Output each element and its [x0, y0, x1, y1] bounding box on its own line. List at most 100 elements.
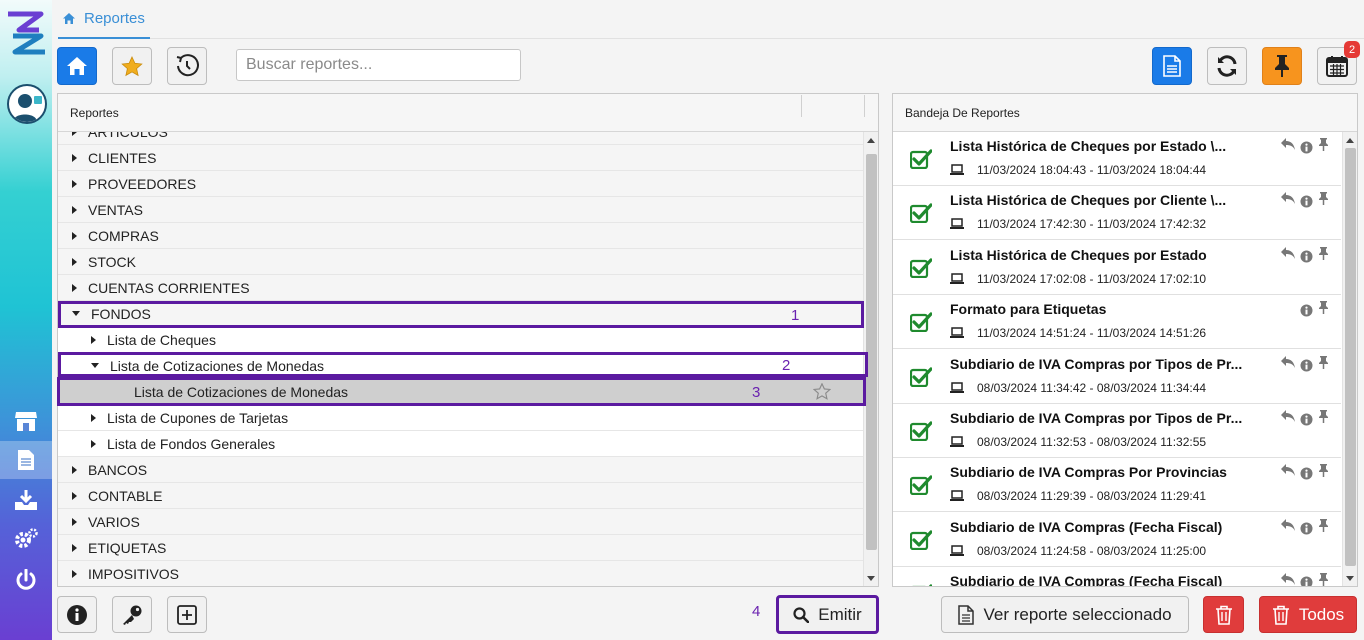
caret-right-icon[interactable] — [72, 231, 77, 240]
tree-row[interactable]: BANCOS — [58, 457, 864, 483]
info-icon[interactable] — [1300, 141, 1313, 154]
column-divider[interactable] — [864, 95, 865, 117]
tree-row[interactable]: CLIENTES — [58, 145, 864, 171]
report-title[interactable]: Lista Histórica de Cheques por Cliente \… — [950, 192, 1226, 208]
caret-right-icon[interactable] — [72, 465, 77, 474]
tree-row[interactable]: Lista de Fondos Generales — [58, 431, 864, 457]
info-icon[interactable] — [1300, 522, 1313, 535]
tray-scrollbar[interactable] — [1342, 132, 1357, 586]
tree-row[interactable]: PROVEEDORES — [58, 171, 864, 197]
report-tray-item[interactable]: Lista Histórica de Cheques por Estado 11/… — [893, 240, 1341, 295]
reply-icon[interactable] — [1280, 191, 1295, 205]
favorite-star-icon[interactable] — [813, 383, 831, 400]
caret-right-icon[interactable] — [72, 205, 77, 214]
caret-right-icon[interactable] — [72, 153, 77, 162]
history-button[interactable] — [167, 47, 207, 85]
pin-icon[interactable] — [1318, 137, 1329, 151]
tree-row[interactable]: VARIOS — [58, 509, 864, 535]
reply-icon[interactable] — [1280, 355, 1295, 368]
caret-right-icon[interactable] — [72, 132, 77, 136]
report-title[interactable]: Lista Histórica de Cheques por Estado — [950, 247, 1207, 263]
pin-icon[interactable] — [1318, 518, 1329, 532]
pin-icon[interactable] — [1318, 355, 1329, 369]
pin-icon[interactable] — [1318, 463, 1329, 478]
caret-right-icon[interactable] — [72, 283, 77, 292]
reply-icon[interactable] — [1280, 409, 1295, 422]
caret-right-icon[interactable] — [91, 439, 96, 448]
report-tray-item[interactable]: Lista Histórica de Cheques por Cliente \… — [893, 186, 1341, 241]
pin-icon[interactable] — [1318, 409, 1329, 423]
caret-right-icon[interactable] — [72, 569, 77, 578]
refresh-button[interactable] — [1207, 47, 1247, 85]
column-divider[interactable] — [801, 95, 802, 117]
report-tray-item[interactable]: Lista Histórica de Cheques por Estado \.… — [893, 132, 1341, 186]
view-selected-report-button[interactable]: Ver reporte seleccionado — [941, 596, 1189, 633]
reply-icon[interactable] — [1280, 463, 1295, 477]
caret-down-icon[interactable] — [72, 311, 80, 316]
scroll-down-arrow[interactable] — [1346, 576, 1354, 581]
delete-button[interactable] — [1203, 596, 1244, 633]
rail-download[interactable] — [0, 481, 52, 519]
pin-icon[interactable] — [1318, 572, 1329, 586]
report-title[interactable]: Subdiario de IVA Compras (Fecha Fiscal) — [950, 519, 1222, 535]
caret-right-icon[interactable] — [72, 543, 77, 552]
permissions-button[interactable] — [112, 596, 152, 633]
rail-reports[interactable] — [0, 441, 52, 479]
user-avatar[interactable] — [7, 84, 47, 124]
pin-icon[interactable] — [1318, 300, 1329, 315]
tree-row[interactable]: Lista de Cotizaciones de Monedas — [58, 379, 864, 405]
tree-row[interactable]: FONDOS — [58, 301, 864, 327]
rail-settings[interactable] — [0, 520, 52, 558]
tree-row[interactable]: CUENTAS CORRIENTES — [58, 275, 864, 301]
reply-icon[interactable] — [1280, 518, 1295, 531]
tab-reportes[interactable]: Reportes — [58, 0, 150, 39]
calendar-button[interactable]: 2 — [1317, 41, 1360, 85]
report-title[interactable]: Formato para Etiquetas — [950, 301, 1106, 317]
delete-all-button[interactable]: Todos — [1259, 596, 1357, 633]
report-tray-item[interactable]: Subdiario de IVA Compras (Fecha Fiscal) 0… — [893, 512, 1341, 567]
info-icon[interactable] — [1300, 576, 1313, 587]
add-button[interactable] — [167, 596, 207, 633]
report-title[interactable]: Subdiario de IVA Compras por Tipos de Pr… — [950, 356, 1242, 372]
scroll-down-arrow[interactable] — [867, 576, 875, 581]
tree-row[interactable]: Lista de Cupones de Tarjetas — [58, 405, 864, 431]
report-tray-item[interactable]: Subdiario de IVA Compras por Tipos de Pr… — [893, 349, 1341, 404]
tree-row[interactable]: CONTABLE — [58, 483, 864, 509]
pin-icon[interactable] — [1318, 191, 1329, 206]
tree-row[interactable]: COMPRAS — [58, 223, 864, 249]
caret-right-icon[interactable] — [72, 179, 77, 188]
scroll-thumb[interactable] — [1345, 148, 1356, 566]
caret-right-icon[interactable] — [91, 413, 96, 422]
report-title[interactable]: Subdiario de IVA Compras (Fecha Fiscal) — [950, 573, 1222, 586]
report-tray-item[interactable]: Formato para Etiquetas 11/03/2024 14:51:2… — [893, 295, 1341, 350]
tree-row[interactable]: IMPOSITIVOS — [58, 561, 864, 586]
tree-row[interactable]: ETIQUETAS — [58, 535, 864, 561]
report-title[interactable]: Lista Histórica de Cheques por Estado \.… — [950, 138, 1226, 154]
rail-store[interactable] — [0, 402, 52, 440]
reply-icon[interactable] — [1280, 137, 1295, 150]
info-icon[interactable] — [1300, 467, 1313, 480]
report-tray-item[interactable]: Subdiario de IVA Compras por Tipos de Pr… — [893, 404, 1341, 458]
pin-button[interactable] — [1262, 47, 1302, 85]
info-icon[interactable] — [1300, 250, 1313, 263]
caret-right-icon[interactable] — [91, 335, 96, 344]
info-icon[interactable] — [1300, 304, 1313, 317]
emit-button[interactable]: Emitir — [776, 595, 879, 634]
rail-logout[interactable] — [0, 561, 52, 599]
report-document-button[interactable] — [1152, 47, 1192, 85]
scroll-thumb[interactable] — [866, 154, 877, 550]
info-icon[interactable] — [1300, 195, 1313, 208]
info-button[interactable] — [57, 596, 97, 633]
report-tray-item[interactable]: Subdiario de IVA Compras (Fecha Fiscal) — [893, 567, 1341, 587]
reply-icon[interactable] — [1280, 246, 1295, 259]
info-icon[interactable] — [1300, 413, 1313, 426]
favorites-button[interactable] — [112, 47, 152, 85]
tree-row[interactable]: STOCK — [58, 249, 864, 275]
scroll-up-arrow[interactable] — [867, 138, 875, 143]
tree-row[interactable]: Lista de Cotizaciones de Monedas — [58, 353, 864, 379]
tree-row[interactable]: VENTAS — [58, 197, 864, 223]
info-icon[interactable] — [1300, 359, 1313, 372]
report-tray-item[interactable]: Subdiario de IVA Compras Por Provincias 0… — [893, 458, 1341, 513]
report-title[interactable]: Subdiario de IVA Compras por Tipos de Pr… — [950, 410, 1242, 426]
report-title[interactable]: Subdiario de IVA Compras Por Provincias — [950, 464, 1227, 480]
